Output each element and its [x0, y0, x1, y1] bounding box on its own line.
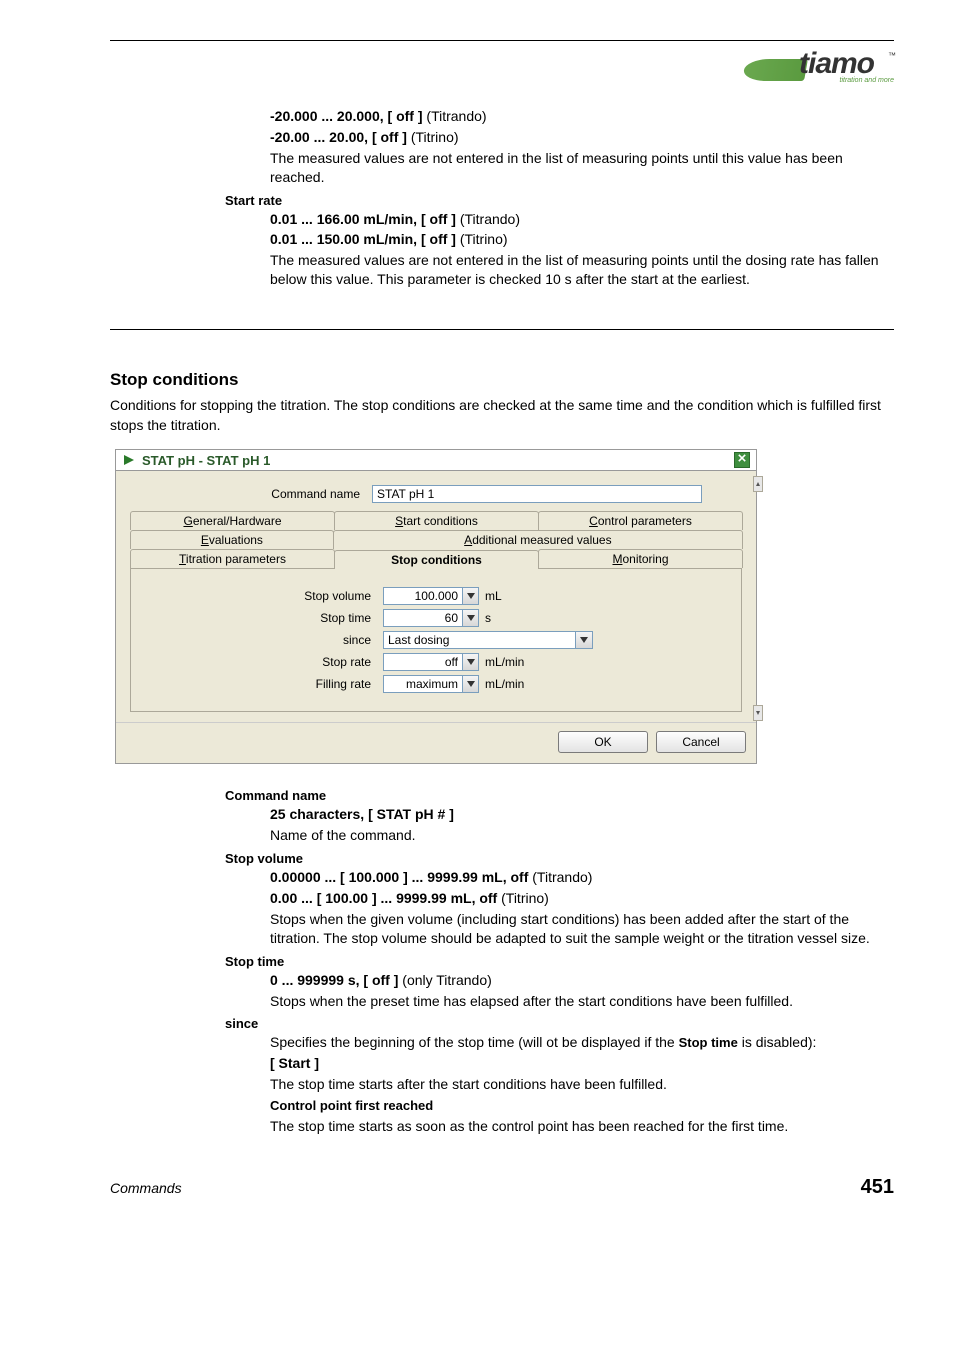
- range-titrando-bold: -20.000 ... 20.000, [ off ]: [270, 108, 423, 124]
- stop-volume-t1: (Titrando): [528, 869, 592, 885]
- stop-volume-desc: Stops when the given volume (including s…: [270, 910, 894, 948]
- tab-additional-measured-values[interactable]: Additional measured values: [333, 530, 743, 549]
- logo-text: tiamo: [799, 47, 874, 81]
- ok-button[interactable]: OK: [558, 731, 648, 753]
- param-start-rate: Start rate: [225, 193, 894, 208]
- stop-conditions-intro: Conditions for stopping the titration. T…: [110, 396, 894, 435]
- chevron-down-icon[interactable]: [463, 609, 479, 627]
- chevron-down-icon[interactable]: [463, 675, 479, 693]
- range-titrino-tail: (Titrino): [407, 129, 459, 145]
- dialog-titlebar: STAT pH - STAT pH 1: [116, 450, 756, 471]
- stop-volume-label: Stop volume: [141, 589, 383, 603]
- range-titrando-tail: (Titrando): [423, 108, 487, 124]
- command-name-desc: Name of the command.: [270, 826, 894, 845]
- tab-titration-parameters[interactable]: Titration parameters: [130, 549, 335, 568]
- since-desc-post: is disabled):: [738, 1034, 817, 1050]
- footer-section: Commands: [110, 1180, 182, 1196]
- stop-volume-b1: 0.00000 ... [ 100.000 ] ... 9999.99 mL, …: [270, 869, 528, 885]
- range-titrino-bold: -20.00 ... 20.00, [ off ]: [270, 129, 407, 145]
- stop-volume-unit: mL: [485, 589, 502, 603]
- stop-rate-input[interactable]: [383, 653, 463, 671]
- stop-rate-unit: mL/min: [485, 655, 524, 669]
- stop-volume-input[interactable]: [383, 587, 463, 605]
- param-command-name: Command name: [225, 788, 894, 803]
- param-stop-time: Stop time: [225, 954, 894, 969]
- stop-time-unit: s: [485, 611, 491, 625]
- chevron-down-icon[interactable]: [575, 632, 592, 648]
- filling-rate-unit: mL/min: [485, 677, 524, 691]
- brand-logo: tiamo ™ titration and more: [744, 47, 894, 87]
- since-select[interactable]: Last dosing: [383, 631, 593, 649]
- stop-time-desc: Stops when the preset time has elapsed a…: [270, 992, 894, 1011]
- stop-time-input[interactable]: [383, 609, 463, 627]
- logo-subtitle: titration and more: [840, 77, 894, 84]
- param-stop-volume: Stop volume: [225, 851, 894, 866]
- stop-rate-label: Stop rate: [141, 655, 383, 669]
- tab-stop-conditions[interactable]: Stop conditions: [334, 550, 539, 569]
- since-opt2-desc: The stop time starts as soon as the cont…: [270, 1117, 894, 1136]
- tab-evaluations[interactable]: Evaluations: [130, 530, 334, 549]
- filling-rate-input[interactable]: [383, 675, 463, 693]
- stop-time-label: Stop time: [141, 611, 383, 625]
- chevron-down-icon[interactable]: [463, 587, 479, 605]
- filling-rate-label: Filling rate: [141, 677, 383, 691]
- command-name-label: Command name: [130, 487, 372, 501]
- dialog-close-icon[interactable]: [734, 452, 750, 468]
- start-rate-r1-bold: 0.01 ... 166.00 mL/min, [ off ]: [270, 211, 456, 227]
- intro-desc: The measured values are not entered in t…: [270, 149, 894, 187]
- dialog-title-icon: [122, 453, 136, 467]
- stop-time-t1: (only Titrando): [398, 972, 491, 988]
- footer-page-number: 451: [861, 1176, 894, 1199]
- dialog-stat-ph: STAT pH - STAT pH 1 Command name Gener: [115, 449, 757, 764]
- start-rate-r2-tail: (Titrino): [456, 231, 508, 247]
- chevron-down-icon[interactable]: [463, 653, 479, 671]
- tab-panel-stop-conditions: Stop volume mL Stop time: [130, 568, 742, 712]
- tab-control-parameters[interactable]: Control parameters: [538, 511, 743, 530]
- start-rate-desc: The measured values are not entered in t…: [270, 251, 894, 289]
- cancel-button[interactable]: Cancel: [656, 731, 746, 753]
- since-desc-pre: Specifies the beginning of the stop time…: [270, 1034, 679, 1050]
- tab-start-conditions[interactable]: Start conditions: [334, 511, 539, 530]
- since-opt2-bold: Control point first reached: [270, 1098, 433, 1113]
- section-stop-conditions: Stop conditions: [110, 370, 894, 390]
- command-name-bold: 25 characters, [ STAT pH # ]: [270, 806, 454, 822]
- start-rate-r1-tail: (Titrando): [456, 211, 520, 227]
- start-rate-r2-bold: 0.01 ... 150.00 mL/min, [ off ]: [270, 231, 456, 247]
- tab-monitoring[interactable]: Monitoring: [538, 549, 743, 568]
- stop-time-b1: 0 ... 999999 s, [ off ]: [270, 972, 398, 988]
- dialog-title-text: STAT pH - STAT pH 1: [142, 453, 270, 468]
- since-opt1-bold: [ Start ]: [270, 1055, 319, 1071]
- logo-tm: ™: [888, 51, 896, 60]
- scroll-down-icon[interactable]: [753, 705, 763, 721]
- since-desc-bold: Stop time: [679, 1035, 738, 1050]
- param-since: since: [225, 1016, 894, 1031]
- scroll-up-icon[interactable]: [753, 476, 763, 492]
- tab-general-hardware[interactable]: General/Hardware: [130, 511, 335, 530]
- stop-volume-t2: (Titrino): [497, 890, 549, 906]
- stop-volume-b2: 0.00 ... [ 100.00 ] ... 9999.99 mL, off: [270, 890, 497, 906]
- since-opt1-desc: The stop time starts after the start con…: [270, 1075, 894, 1094]
- since-label: since: [141, 633, 383, 647]
- command-name-input[interactable]: [372, 485, 702, 503]
- since-select-value: Last dosing: [388, 633, 449, 647]
